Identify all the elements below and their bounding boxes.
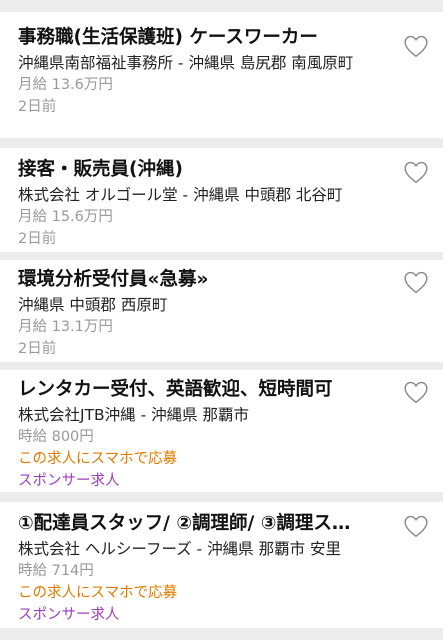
job-card[interactable]: 接客・販売員(沖縄) 株式会社 オルゴール堂 - 沖縄県 中頭郡 北谷町 月給 … bbox=[0, 148, 443, 252]
favorite-heart-icon[interactable] bbox=[403, 34, 429, 60]
job-posted-date: 2日前 bbox=[18, 99, 57, 115]
job-salary: 月給 13.1万円 bbox=[18, 319, 113, 335]
job-title[interactable]: 環境分析受付員«急募» bbox=[18, 266, 383, 294]
favorite-heart-icon[interactable] bbox=[403, 160, 429, 186]
job-company-location: 株式会社 ヘルシーフーズ - 沖縄県 那覇市 安里 bbox=[18, 540, 342, 558]
job-salary: 月給 13.6万円 bbox=[18, 77, 113, 93]
job-salary: 時給 800円 bbox=[18, 429, 94, 445]
job-company-location: 株式会社 オルゴール堂 - 沖縄県 中頭郡 北谷町 bbox=[18, 186, 343, 204]
sponsored-label: スポンサー求人 bbox=[18, 607, 120, 623]
job-title[interactable]: 事務職(生活保護班) ケースワーカー bbox=[18, 24, 383, 52]
job-salary: 月給 15.6万円 bbox=[18, 209, 113, 225]
job-company-location: 沖縄県 中頭郡 西原町 bbox=[18, 296, 168, 314]
sponsored-label: スポンサー求人 bbox=[18, 473, 120, 489]
job-title[interactable]: ①配達員スタッフ/ ②調理師/ ③調理ス… bbox=[18, 510, 383, 538]
job-company-location: 株式会社JTB沖縄 - 沖縄県 那覇市 bbox=[18, 406, 250, 424]
mobile-apply-label: この求人にスマホで応募 bbox=[18, 451, 178, 467]
job-card[interactable]: 環境分析受付員«急募» 沖縄県 中頭郡 西原町 月給 13.1万円 2日前 bbox=[0, 260, 443, 362]
favorite-heart-icon[interactable] bbox=[403, 514, 429, 540]
job-posted-date: 2日前 bbox=[18, 231, 57, 247]
job-company-location: 沖縄県南部福祉事務所 - 沖縄県 島尻郡 南風原町 bbox=[18, 54, 354, 72]
favorite-heart-icon[interactable] bbox=[403, 270, 429, 296]
job-card[interactable]: ①配達員スタッフ/ ②調理師/ ③調理ス… 株式会社 ヘルシーフーズ - 沖縄県… bbox=[0, 502, 443, 628]
job-salary: 時給 714円 bbox=[18, 563, 94, 579]
job-title[interactable]: レンタカー受付、英語歓迎、短時間可 bbox=[18, 376, 383, 404]
mobile-apply-label: この求人にスマホで応募 bbox=[18, 585, 178, 601]
job-posted-date: 2日前 bbox=[18, 341, 57, 357]
job-card[interactable]: レンタカー受付、英語歓迎、短時間可 株式会社JTB沖縄 - 沖縄県 那覇市 時給… bbox=[0, 370, 443, 492]
job-title[interactable]: 接客・販売員(沖縄) bbox=[18, 156, 383, 184]
job-card[interactable]: 事務職(生活保護班) ケースワーカー 沖縄県南部福祉事務所 - 沖縄県 島尻郡 … bbox=[0, 12, 443, 138]
favorite-heart-icon[interactable] bbox=[403, 380, 429, 406]
